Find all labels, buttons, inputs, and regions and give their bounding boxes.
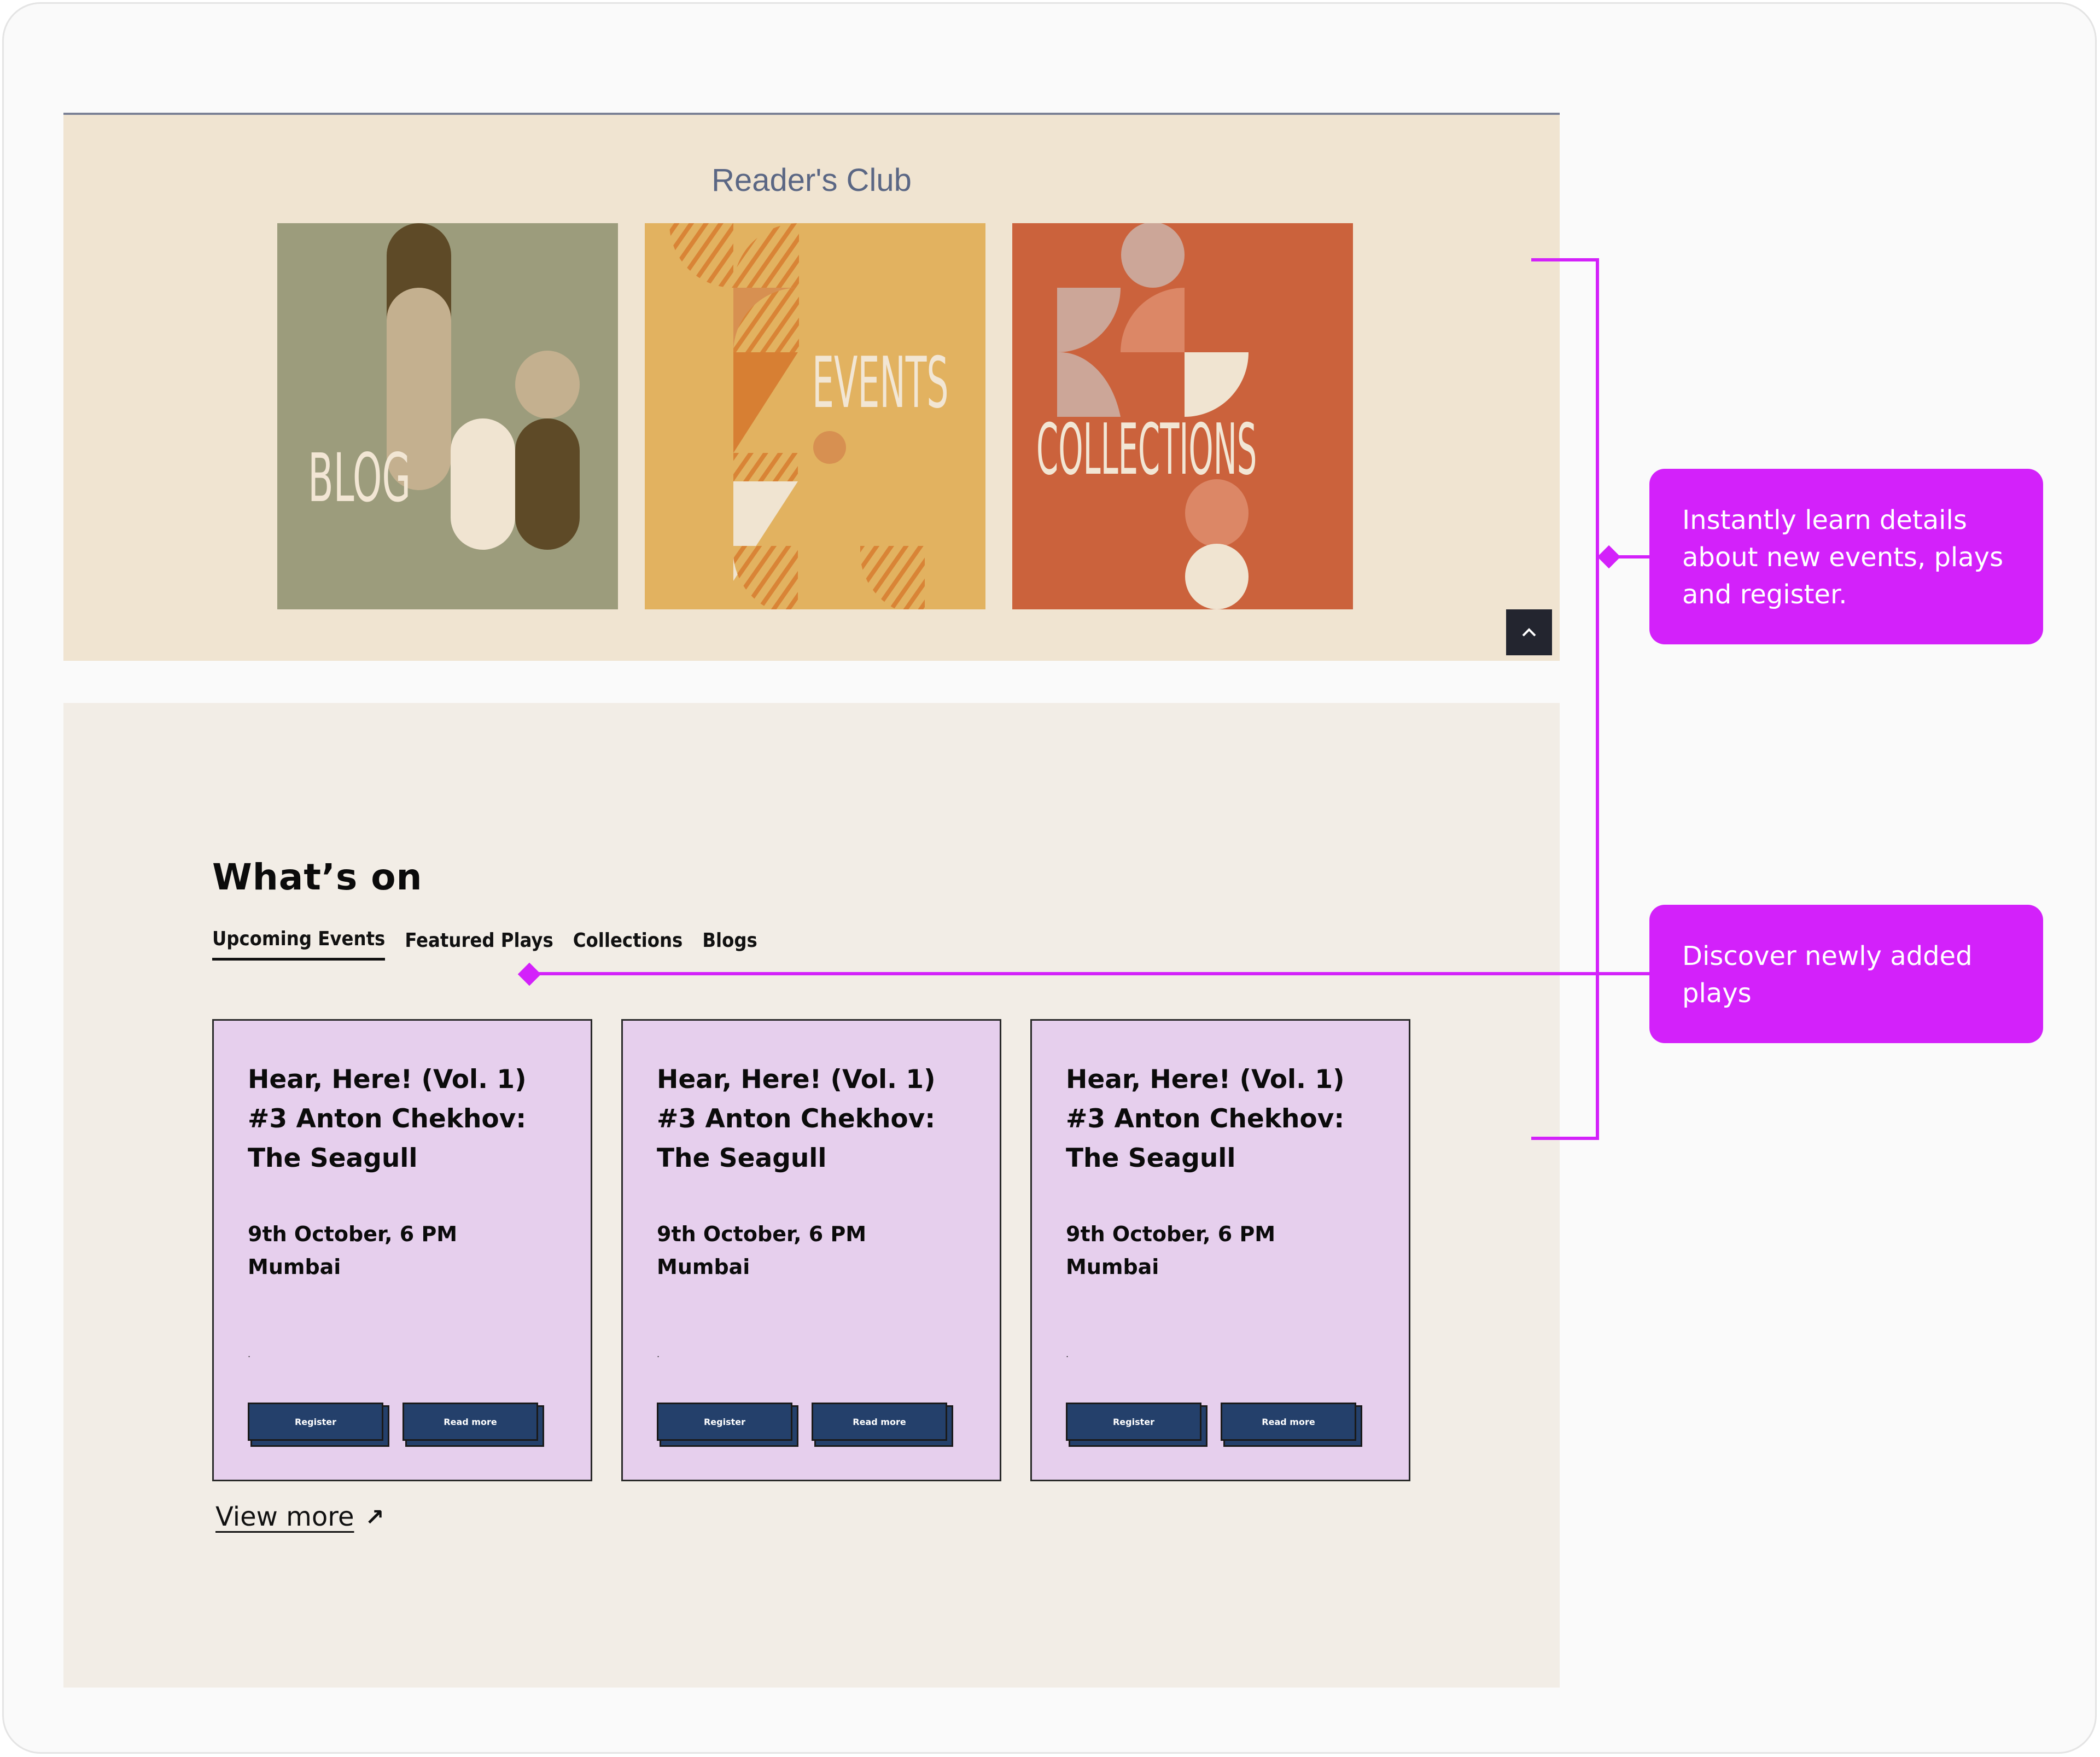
event-location: Mumbai	[657, 1255, 750, 1279]
tile-blog-label: BLOG	[308, 439, 411, 517]
whats-on-title: What’s on	[212, 856, 423, 898]
readers-club-title: Reader's Club	[711, 162, 912, 198]
read-more-button[interactable]: Read more	[812, 1403, 947, 1441]
register-button[interactable]: Register	[657, 1403, 792, 1441]
read-more-button[interactable]: Read more	[402, 1403, 538, 1441]
event-details: 9th October, 6 PM Mumbai	[657, 1218, 866, 1283]
register-button[interactable]: Register	[1066, 1403, 1201, 1441]
event-title: Hear, Here! (Vol. 1) #3 Anton Chekhov: T…	[657, 1064, 936, 1173]
event-location: Mumbai	[248, 1255, 341, 1279]
bracket-vertical-line	[1596, 258, 1599, 1140]
arrow-up-right-icon: ↗	[365, 1503, 384, 1531]
tab-upcoming-events[interactable]: Upcoming Events	[212, 927, 386, 961]
tile-events[interactable]: EVENTS	[645, 223, 985, 609]
bracket-top-stub	[1531, 258, 1599, 261]
event-date: 9th October, 6 PM	[248, 1222, 458, 1246]
view-more-link[interactable]: View more ↗	[215, 1502, 384, 1532]
event-details: 9th October, 6 PM Mumbai	[1066, 1218, 1275, 1283]
tab-collections[interactable]: Collections	[573, 927, 683, 961]
event-location: Mumbai	[1066, 1255, 1159, 1279]
event-date: 9th October, 6 PM	[657, 1222, 867, 1246]
annotation-callout: Instantly learn details about new events…	[1649, 469, 2043, 644]
view-more-label: View more	[215, 1502, 354, 1532]
chevron-up-icon	[1522, 628, 1536, 637]
annotation-callout: Discover newly added plays	[1649, 905, 2043, 1043]
event-card: Hear, Here! (Vol. 1) #3 Anton Chekhov: T…	[212, 1019, 592, 1481]
event-details: 9th October, 6 PM Mumbai	[248, 1218, 457, 1283]
tile-collections-label: COLLECTIONS	[1036, 409, 1257, 491]
tab-blogs[interactable]: Blogs	[702, 927, 757, 961]
tile-events-label: EVENTS	[812, 342, 949, 424]
connector-line	[1608, 555, 1652, 558]
tile-collections[interactable]: COLLECTIONS	[1012, 223, 1353, 609]
read-more-button[interactable]: Read more	[1221, 1403, 1356, 1441]
event-card: Hear, Here! (Vol. 1) #3 Anton Chekhov: T…	[621, 1019, 1001, 1481]
event-card: Hear, Here! (Vol. 1) #3 Anton Chekhov: T…	[1030, 1019, 1410, 1481]
connector-line	[529, 972, 1650, 975]
event-title: Hear, Here! (Vol. 1) #3 Anton Chekhov: T…	[248, 1064, 527, 1173]
tile-blog[interactable]: BLOG	[277, 223, 618, 609]
register-button[interactable]: Register	[248, 1403, 383, 1441]
event-date: 9th October, 6 PM	[1066, 1222, 1276, 1246]
tab-featured-plays[interactable]: Featured Plays	[405, 927, 553, 961]
scroll-to-top-button[interactable]	[1506, 609, 1552, 655]
blog-illustration	[277, 223, 618, 609]
event-excerpt: .	[248, 1349, 251, 1359]
event-title: Hear, Here! (Vol. 1) #3 Anton Chekhov: T…	[1066, 1064, 1345, 1173]
whats-on-section: What’s on Upcoming Events Featured Plays…	[63, 703, 1560, 1688]
readers-club-section: Reader's Club BLOG EVENTS COLLECTIONS	[63, 113, 1560, 661]
tab-bar: Upcoming Events Featured Plays Collectio…	[212, 927, 757, 961]
event-excerpt: .	[1066, 1349, 1069, 1359]
bracket-bottom-stub	[1531, 1137, 1599, 1140]
event-excerpt: .	[657, 1349, 660, 1359]
